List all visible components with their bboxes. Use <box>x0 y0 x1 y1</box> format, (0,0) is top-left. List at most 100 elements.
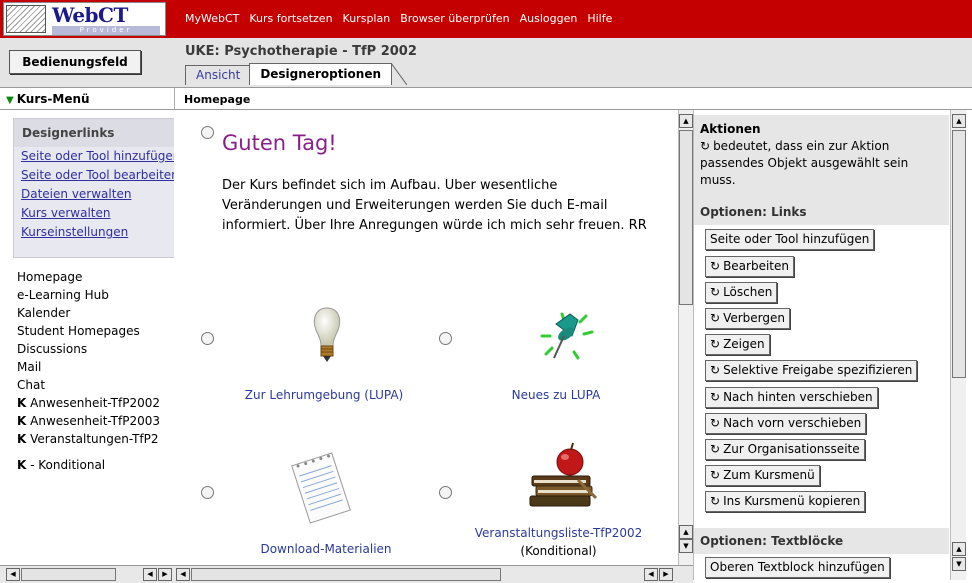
sidebar-item-label: - Konditional <box>30 458 106 472</box>
designer-link-add[interactable]: Seite oder Tool hinzufügen <box>14 147 174 166</box>
designer-links-box: Designerlinks Seite oder Tool hinzufügen… <box>13 118 174 258</box>
sidebar-scroll-thumb[interactable] <box>21 568 116 581</box>
select-radio-tile[interactable] <box>439 332 452 345</box>
nav-kurs-fortsetzen[interactable]: Kurs fortsetzen <box>249 12 332 25</box>
top-bar: WebCT Provider MyWebCT Kurs fortsetzen K… <box>0 0 972 38</box>
selection-required-icon: ↻ <box>710 494 721 508</box>
webct-logo[interactable]: WebCT Provider <box>3 2 166 36</box>
menu-row: ▼ Kurs-Menü Homepage <box>0 88 972 110</box>
add-page-tool-button[interactable]: Seite oder Tool hinzufügen <box>705 229 875 250</box>
horizontal-scrollbars: ◀ ◀ ▶ ◀ ◀ ▶ <box>0 565 693 583</box>
selective-release-button[interactable]: ↻ Selektive Freigabe spezifizieren <box>705 360 918 381</box>
scroll-left-button[interactable]: ◀ <box>644 568 658 581</box>
designer-links-title: Designerlinks <box>14 119 174 147</box>
to-organizer-page-button[interactable]: ↻ Zur Organisationsseite <box>705 439 865 460</box>
designer-link-files[interactable]: Dateien verwalten <box>14 185 174 204</box>
tab-ansicht[interactable]: Ansicht <box>185 65 252 85</box>
sidebar-item-chat[interactable]: Chat <box>17 376 160 394</box>
hide-button[interactable]: ↻ Verbergen <box>705 308 790 329</box>
greeting-heading: Guten Tag! <box>222 131 337 155</box>
notepad-icon[interactable] <box>290 450 352 526</box>
select-radio-tile[interactable] <box>201 486 214 499</box>
actions-vertical-scrollbar[interactable]: ▲ ▲ ▼ <box>950 110 966 580</box>
selection-required-icon: ↻ <box>710 390 721 404</box>
tile-conditional-note: (Konditional) <box>520 544 597 558</box>
tile-link-download[interactable]: Download-Materialien <box>236 542 416 556</box>
button-label: Nach vorn verschieben <box>723 416 862 430</box>
tile-link-veranstaltungsliste[interactable]: Veranstaltungsliste-TfP2002 <box>461 526 656 540</box>
show-button[interactable]: ↻ Zeigen <box>705 334 770 355</box>
scroll-up-button[interactable]: ▲ <box>952 114 966 128</box>
select-radio-greeting[interactable] <box>201 126 214 139</box>
scroll-left-button[interactable]: ◀ <box>176 568 190 581</box>
scroll-right-button[interactable]: ▶ <box>158 568 172 581</box>
lightbulb-icon[interactable] <box>310 306 344 368</box>
tile-link-neues[interactable]: Neues zu LUPA <box>466 388 646 402</box>
conditional-marker: K <box>17 396 27 410</box>
nav-ausloggen[interactable]: Ausloggen <box>520 12 578 25</box>
delete-button[interactable]: ↻ Löschen <box>705 282 778 303</box>
sidebar: Designerlinks Seite oder Tool hinzufügen… <box>0 110 174 565</box>
sidebar-item-label: Homepage <box>17 270 83 284</box>
move-back-button[interactable]: ↻ Nach hinten verschieben <box>705 387 878 408</box>
add-top-textblock-button[interactable]: Oberen Textblock hinzufügen <box>705 557 890 578</box>
conditional-marker: K <box>17 458 27 472</box>
main-vertical-scrollbar[interactable]: ▲ ▲ ▼ <box>678 110 693 565</box>
designer-link-edit[interactable]: Seite oder Tool bearbeiten <box>14 166 174 185</box>
button-label: Selektive Freigabe spezifizieren <box>723 363 913 377</box>
button-label: Löschen <box>723 285 773 299</box>
scroll-thumb[interactable] <box>952 130 966 378</box>
tile-link-lehrumgebung[interactable]: Zur Lehrumgebung (LUPA) <box>224 388 424 402</box>
nav-browser-pruefen[interactable]: Browser überprüfen <box>400 12 509 25</box>
sidebar-item-homepage[interactable]: Homepage <box>17 268 160 286</box>
actions-title: Aktionen <box>700 122 761 136</box>
sidebar-item-label: Anwesenheit-TfP2003 <box>30 414 160 428</box>
scroll-left-button[interactable]: ◀ <box>6 568 20 581</box>
nav-hilfe[interactable]: Hilfe <box>587 12 612 25</box>
triangle-down-icon: ▼ <box>6 95 14 106</box>
to-course-menu-button[interactable]: ↻ Zum Kursmenü <box>705 465 820 486</box>
designer-link-settings[interactable]: Kurseinstellungen <box>14 223 174 242</box>
sidebar-item-discussions[interactable]: Discussions <box>17 340 160 358</box>
button-label: Bearbeiten <box>723 259 789 273</box>
scroll-down-button[interactable]: ▼ <box>679 539 693 553</box>
selection-required-icon: ↻ <box>710 442 721 456</box>
scroll-up-button[interactable]: ▲ <box>952 542 966 556</box>
scroll-left-button[interactable]: ◀ <box>143 568 157 581</box>
select-radio-tile[interactable] <box>439 486 452 499</box>
button-label: Seite oder Tool hinzufügen <box>710 232 870 246</box>
sidebar-item-veranstaltungen[interactable]: K Veranstaltungen-TfP2 <box>17 430 160 448</box>
sidebar-item-student-homepages[interactable]: Student Homepages <box>17 322 160 340</box>
course-title: UKE: Psychotherapie - TfP 2002 <box>185 44 417 59</box>
sidebar-item-elearning-hub[interactable]: e-Learning Hub <box>17 286 160 304</box>
links-options-title: Optionen: Links <box>694 199 949 225</box>
selection-required-icon: ↻ <box>710 285 721 299</box>
main-scroll-thumb[interactable] <box>191 568 501 581</box>
scroll-up-button[interactable]: ▲ <box>679 114 693 128</box>
control-panel-button[interactable]: Bedienungsfeld <box>9 50 141 74</box>
course-menu-toggle[interactable]: ▼ Kurs-Menü <box>6 92 90 106</box>
sidebar-item-mail[interactable]: Mail <box>17 358 160 376</box>
intro-text: Der Kurs befindet sich im Aufbau. Uber w… <box>222 178 647 233</box>
sidebar-item-anwesenheit-2003[interactable]: K Anwesenheit-TfP2003 <box>17 412 160 430</box>
books-apple-icon[interactable] <box>526 440 600 510</box>
logo-brand: WebCT <box>52 3 128 27</box>
copy-to-course-menu-button[interactable]: ↻ Ins Kursmenü kopieren <box>705 491 866 512</box>
nav-kursplan[interactable]: Kursplan <box>343 12 391 25</box>
edit-button[interactable]: ↻ Bearbeiten <box>705 256 794 277</box>
sidebar-item-kalender[interactable]: Kalender <box>17 304 160 322</box>
sidebar-item-anwesenheit-2002[interactable]: K Anwesenheit-TfP2002 <box>17 394 160 412</box>
divider <box>174 88 175 110</box>
sidebar-item-konditional[interactable]: K - Konditional <box>17 456 160 474</box>
tab-designeroptionen[interactable]: Designeroptionen <box>249 63 393 85</box>
button-label: Zum Kursmenü <box>723 468 815 482</box>
designer-link-manage[interactable]: Kurs verwalten <box>14 204 174 223</box>
scroll-thumb[interactable] <box>679 130 693 305</box>
scroll-down-button[interactable]: ▼ <box>952 557 966 571</box>
scroll-right-button[interactable]: ▶ <box>659 568 673 581</box>
pushpin-icon[interactable] <box>534 306 598 366</box>
nav-mywebct[interactable]: MyWebCT <box>185 12 239 25</box>
scroll-up-button[interactable]: ▲ <box>679 525 693 539</box>
select-radio-tile[interactable] <box>201 332 214 345</box>
move-forward-button[interactable]: ↻ Nach vorn verschieben <box>705 413 867 434</box>
